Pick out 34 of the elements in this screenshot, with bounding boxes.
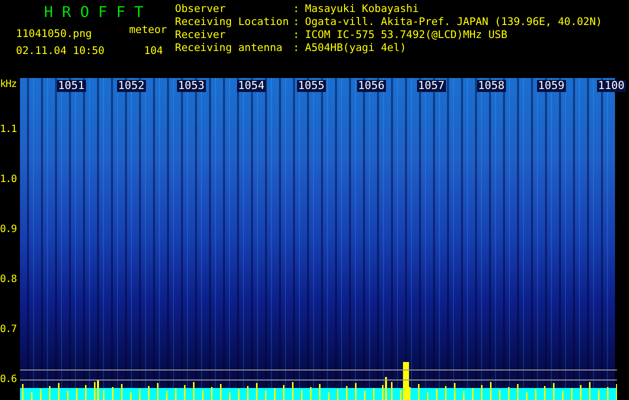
time-label: 1056	[357, 80, 386, 92]
axis-label: 0.9	[0, 223, 18, 236]
info-label: Receiving antenna	[175, 42, 284, 55]
time-label: 1055	[297, 80, 326, 92]
app-title: H R O F F T	[43, 4, 144, 20]
axis-label: 1.1	[0, 123, 18, 136]
axis-unit: kHz	[0, 78, 18, 91]
info-label: Observer	[175, 3, 227, 16]
axis-label: 0.8	[0, 273, 18, 286]
info-label: Receiver	[175, 29, 227, 42]
info-value: ICOM IC-575 53.7492(@LCD)MHz USB	[305, 29, 508, 42]
time-label: 1054	[237, 80, 266, 92]
info-separator: :	[293, 42, 300, 55]
info-separator: :	[293, 16, 300, 29]
date-time: 02.11.04 10:50	[16, 45, 105, 58]
info-separator: :	[293, 29, 300, 42]
info-value: A504HB(yagi 4el)	[305, 42, 406, 55]
time-label: 1059	[537, 80, 566, 92]
info-separator: :	[293, 3, 300, 16]
axis-label: 0.6	[0, 373, 18, 386]
count-value: 104	[144, 45, 164, 58]
time-label: 1100	[597, 80, 626, 92]
time-label: 1053	[177, 80, 206, 92]
time-label: 1058	[477, 80, 506, 92]
count-label: meteor	[129, 24, 167, 38]
info-value: Masayuki Kobayashi	[305, 3, 419, 16]
info-label: Receiving Location	[175, 16, 290, 29]
time-label: 1052	[117, 80, 146, 92]
time-label: 1051	[57, 80, 86, 92]
axis-label: 1.0	[0, 173, 18, 186]
file-name: 11041050.png	[16, 28, 92, 41]
time-label: 1057	[417, 80, 446, 92]
axis-label: 0.7	[0, 323, 18, 336]
info-value: Ogata-vill. Akita-Pref. JAPAN (139.96E, 40.02N)	[305, 16, 602, 29]
